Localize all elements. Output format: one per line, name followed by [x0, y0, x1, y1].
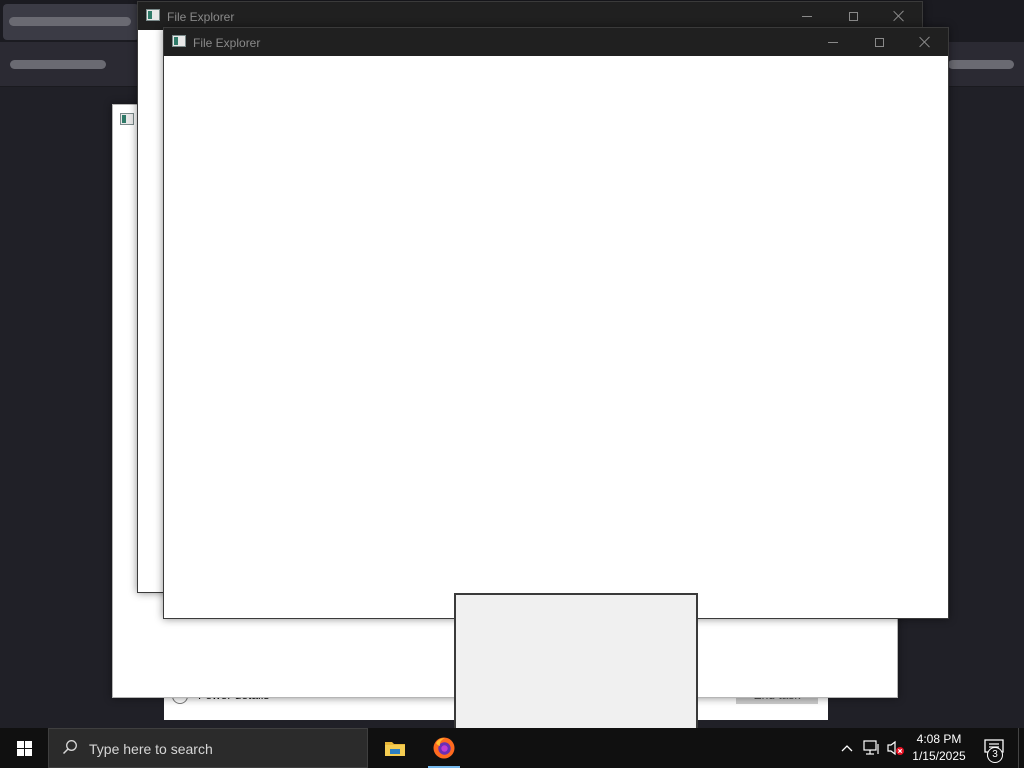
taskbar-clock[interactable]: 4:08 PM 1/15/2025	[906, 731, 972, 765]
network-icon	[863, 740, 879, 755]
folder-icon	[385, 742, 405, 756]
blurred-tab-title	[9, 17, 131, 26]
window-content	[164, 56, 948, 618]
search-icon	[62, 740, 77, 755]
network-tray-button[interactable]	[860, 728, 884, 768]
window-title: File Explorer	[167, 10, 235, 24]
popup-window[interactable]	[454, 593, 698, 734]
clock-time: 4:08 PM	[916, 732, 962, 746]
volume-tray-button[interactable]	[884, 728, 908, 768]
taskbar-search-box[interactable]: Type here to search	[48, 728, 368, 768]
minimize-button[interactable]	[784, 2, 830, 30]
minimize-icon	[828, 41, 838, 43]
blurred-toolbar-item	[948, 60, 1014, 69]
close-icon	[893, 10, 905, 22]
minimize-icon	[802, 15, 812, 17]
window-icon	[120, 113, 134, 125]
window-titlebar[interactable]: File Explorer	[164, 28, 948, 56]
file-explorer-icon	[172, 35, 186, 47]
volume-muted-icon	[887, 740, 904, 756]
close-icon	[919, 36, 931, 48]
blurred-toolbar-item	[10, 60, 106, 69]
taskbar: Type here to search 4:08 PM 1/15/2025 3	[0, 728, 1024, 768]
window-title: File Explorer	[193, 36, 261, 50]
maximize-icon	[874, 37, 884, 47]
chevron-up-icon	[841, 745, 853, 752]
show-desktop-button[interactable]	[1018, 728, 1024, 768]
minimize-button[interactable]	[810, 28, 856, 56]
maximize-icon	[848, 11, 858, 21]
taskbar-app-firefox[interactable]	[424, 728, 464, 768]
taskbar-app-file-explorer[interactable]	[375, 728, 415, 768]
windows-logo-icon	[16, 740, 32, 756]
clock-date: 1/15/2025	[912, 749, 966, 763]
close-button[interactable]	[876, 2, 922, 30]
notification-count-badge: 3	[987, 747, 1003, 763]
search-placeholder: Type here to search	[89, 741, 213, 757]
window-titlebar[interactable]: File Explorer	[138, 2, 922, 30]
file-explorer-window-front[interactable]: File Explorer	[163, 27, 949, 619]
maximize-button[interactable]	[856, 28, 902, 56]
background-browser-tab	[3, 4, 139, 40]
file-explorer-icon	[146, 9, 160, 21]
close-button[interactable]	[902, 28, 948, 56]
start-button[interactable]	[0, 728, 48, 768]
firefox-icon	[433, 737, 455, 759]
maximize-button[interactable]	[830, 2, 876, 30]
show-hidden-icons-button[interactable]	[836, 728, 858, 768]
